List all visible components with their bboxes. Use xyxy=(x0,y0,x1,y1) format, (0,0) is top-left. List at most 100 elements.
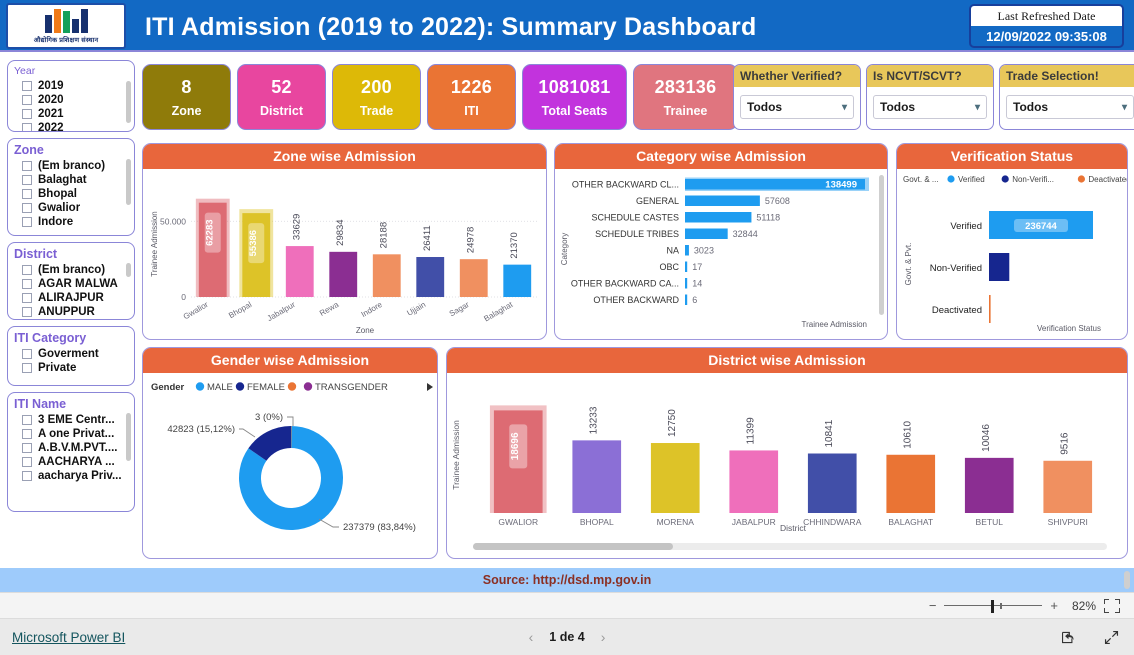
checkbox-icon[interactable] xyxy=(22,175,32,185)
checkbox-icon[interactable] xyxy=(22,189,32,199)
slicer-item[interactable]: Goverment xyxy=(14,347,128,361)
visual-gender-wise-admission[interactable]: Gender wise Admission Gender MALE FEMALE TR… xyxy=(142,347,438,559)
chevron-down-icon[interactable]: ▾ xyxy=(975,102,980,113)
slicer-item[interactable]: AACHARYA ... xyxy=(14,455,128,469)
checkbox-icon[interactable] xyxy=(22,109,32,119)
svg-text:138499: 138499 xyxy=(825,180,857,191)
category-chart[interactable]: Category OTHER BACKWARD CL... 138499 GENERA… xyxy=(555,169,887,339)
chevron-right-icon[interactable]: › xyxy=(601,629,606,645)
checkbox-icon[interactable] xyxy=(22,95,32,105)
checkbox-icon[interactable] xyxy=(22,293,32,303)
kpi-card-total-seats[interactable]: 1081081 Total Seats xyxy=(522,64,627,130)
kpi-label: ITI xyxy=(464,103,479,118)
fit-to-page-icon[interactable] xyxy=(1104,598,1120,613)
checkbox-icon[interactable] xyxy=(22,415,32,425)
slicer-item[interactable]: Balaghat xyxy=(14,173,128,187)
kpi-card-trade[interactable]: 200 Trade xyxy=(332,64,421,130)
zoom-slider-thumb[interactable] xyxy=(991,599,995,613)
checkbox-icon[interactable] xyxy=(22,457,32,467)
visual-zone-wise-admission[interactable]: Zone wise Admission Trainee Admission 0 50… xyxy=(142,143,547,340)
checkbox-icon[interactable] xyxy=(22,81,32,91)
checkbox-icon[interactable] xyxy=(22,471,32,481)
svg-text:51118: 51118 xyxy=(756,213,780,223)
slicer-item[interactable]: aacharya Priv... xyxy=(14,469,128,483)
checkbox-icon[interactable] xyxy=(22,443,32,453)
district-chart[interactable]: Trainee Admission 18696 GWALIOR 13233 BHOPAL… xyxy=(447,373,1127,558)
slicer-item-label: ANUPPUR xyxy=(38,306,95,318)
svg-text:10610: 10610 xyxy=(903,421,914,449)
zoom-slider[interactable] xyxy=(944,599,1043,613)
checkbox-icon[interactable] xyxy=(22,307,32,317)
chevron-down-icon[interactable]: ▾ xyxy=(842,102,847,113)
slicer-item[interactable]: (Em branco) xyxy=(14,159,128,173)
svg-text:28188: 28188 xyxy=(379,222,390,248)
fullscreen-icon[interactable] xyxy=(1103,629,1120,646)
slicer-iti-category[interactable]: ITI Category Goverment Private xyxy=(7,326,135,386)
slicer-item[interactable]: Bhopal xyxy=(14,187,128,201)
slicer-scrollbar[interactable] xyxy=(126,263,131,277)
slicer-item[interactable]: 2019 xyxy=(14,79,128,93)
slicer-scrollbar[interactable] xyxy=(126,159,131,205)
dropdown-select[interactable]: Todos ▾ xyxy=(1006,95,1134,119)
kpi-card-trainee[interactable]: 283136 Trainee xyxy=(633,64,738,130)
chevron-left-icon[interactable]: ‹ xyxy=(529,629,534,645)
dropdown-trade-selection[interactable]: Trade Selection! Todos ▾ xyxy=(999,64,1134,130)
share-icon[interactable] xyxy=(1060,629,1077,646)
checkbox-icon[interactable] xyxy=(22,123,32,131)
slicer-district[interactable]: District (Em branco) AGAR MALWA ALIRAJPU… xyxy=(7,242,135,320)
svg-text:BHOPAL: BHOPAL xyxy=(580,517,614,527)
visual-verification-status[interactable]: Verification Status Govt. & ... Verified N… xyxy=(896,143,1128,340)
slicer-item[interactable]: 2021 xyxy=(14,107,128,121)
checkbox-icon[interactable] xyxy=(22,363,32,373)
svg-text:50.000: 50.000 xyxy=(160,216,186,226)
dropdown-is-ncvt-scvt[interactable]: Is NCVT/SCVT? Todos ▾ xyxy=(866,64,994,130)
checkbox-icon[interactable] xyxy=(22,349,32,359)
svg-text:Non-Verifi...: Non-Verifi... xyxy=(1012,175,1054,184)
slicer-zone[interactable]: Zone (Em branco) Balaghat Bhopal Gwalior… xyxy=(7,138,135,236)
slicer-scrollbar[interactable] xyxy=(126,413,131,461)
visual-district-wise-admission[interactable]: District wise Admission Trainee Admissio… xyxy=(446,347,1128,559)
slicer-item[interactable]: 2020 xyxy=(14,93,128,107)
slicer-item[interactable]: (Em branco) xyxy=(14,263,128,277)
dropdown-select[interactable]: Todos ▾ xyxy=(873,95,987,119)
checkbox-icon[interactable] xyxy=(22,161,32,171)
checkbox-icon[interactable] xyxy=(22,203,32,213)
zone-chart[interactable]: Trainee Admission 0 50.000 62283 Gwalior 5538… xyxy=(143,169,546,339)
slicer-item[interactable]: A.B.V.M.PVT.... xyxy=(14,441,128,455)
slicer-item[interactable]: 2022 xyxy=(14,121,128,131)
slicer-year[interactable]: Year 2019 2020 2021 2022 xyxy=(7,60,135,132)
zoom-in-button[interactable]: + xyxy=(1050,598,1058,613)
checkbox-icon[interactable] xyxy=(22,429,32,439)
slicer-item[interactable]: A one Privat... xyxy=(14,427,128,441)
kpi-card-zone[interactable]: 8 Zone xyxy=(142,64,231,130)
dropdown-select[interactable]: Todos ▾ xyxy=(740,95,854,119)
microsoft-power-bi-link[interactable]: Microsoft Power BI xyxy=(12,630,125,645)
slicer-scrollbar[interactable] xyxy=(126,81,131,123)
svg-text:29834: 29834 xyxy=(335,219,346,245)
checkbox-icon[interactable] xyxy=(22,279,32,289)
canvas-scrollbar[interactable] xyxy=(1124,571,1130,589)
checkbox-icon[interactable] xyxy=(22,217,32,227)
chevron-down-icon[interactable]: ▾ xyxy=(1122,102,1127,113)
slicer-item[interactable]: 3 EME Centr... xyxy=(14,413,128,427)
svg-text:Indore: Indore xyxy=(360,300,385,319)
slicer-item[interactable]: AGAR MALWA xyxy=(14,277,128,291)
slicer-item[interactable]: ALIRAJPUR xyxy=(14,291,128,305)
slicer-item[interactable]: Indore xyxy=(14,215,128,229)
slicer-item[interactable]: Private xyxy=(14,361,128,375)
svg-text:Jabalpur: Jabalpur xyxy=(266,300,297,323)
slicer-item[interactable]: Gwalior xyxy=(14,201,128,215)
visual-category-wise-admission[interactable]: Category wise Admission Category OTHER BA… xyxy=(554,143,888,340)
zoom-out-button[interactable]: − xyxy=(929,598,937,613)
slicer-item[interactable]: ANUPPUR xyxy=(14,305,128,319)
kpi-card-iti[interactable]: 1226 ITI xyxy=(427,64,516,130)
iti-logo: औद्योगिक प्रशिक्षण संस्थान xyxy=(6,3,126,49)
checkbox-icon[interactable] xyxy=(22,265,32,275)
kpi-card-district[interactable]: 52 District xyxy=(237,64,326,130)
dropdown-whether-verified[interactable]: Whether Verified? Todos ▾ xyxy=(733,64,861,130)
svg-text:OTHER BACKWARD CL...: OTHER BACKWARD CL... xyxy=(572,180,679,190)
gender-donut-chart[interactable]: Gender MALE FEMALE TRANSGENDER 237379 (83,84… xyxy=(143,373,437,558)
slicer-iti-name[interactable]: ITI Name 3 EME Centr... A one Privat... … xyxy=(7,392,135,512)
verification-chart[interactable]: Govt. & ... Verified Non-Verifi... Deactiva… xyxy=(897,169,1127,339)
slicer-item-label: Gwalior xyxy=(38,202,81,214)
